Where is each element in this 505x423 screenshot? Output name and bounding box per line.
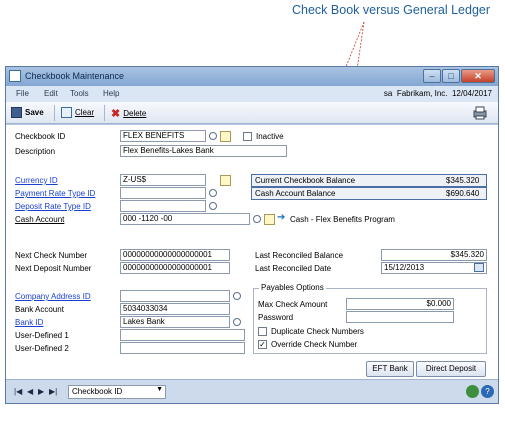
payment-rate-type-link[interactable]: Payment Rate Type ID bbox=[15, 189, 95, 198]
next-deposit-number-field[interactable]: 00000000000000000001 bbox=[120, 262, 230, 274]
save-label: Save bbox=[25, 108, 44, 117]
toolbar: Save Clear ✖ Delete bbox=[6, 102, 498, 124]
currency-id-link[interactable]: Currency ID bbox=[15, 176, 58, 185]
form-body: Checkbook ID FLEX BENEFITS Inactive Desc… bbox=[6, 125, 498, 379]
description-label: Description bbox=[15, 147, 56, 156]
bank-account-label: Bank Account bbox=[15, 305, 64, 314]
direct-deposit-button[interactable]: Direct Deposit bbox=[416, 361, 486, 377]
user-defined-2-field[interactable] bbox=[120, 342, 245, 354]
calendar-icon[interactable] bbox=[474, 263, 484, 272]
maximize-button[interactable]: □ bbox=[442, 69, 460, 83]
note-icon[interactable] bbox=[220, 175, 231, 186]
chevron-down-icon: ▼ bbox=[156, 386, 163, 393]
payment-rate-type-field[interactable] bbox=[120, 187, 206, 199]
menu-help[interactable]: Help bbox=[103, 89, 119, 98]
last-reconciled-date-label: Last Reconciled Date bbox=[255, 264, 332, 273]
lookup-icon[interactable] bbox=[209, 202, 217, 210]
bank-id-link[interactable]: Bank ID bbox=[15, 318, 43, 327]
menu-bar: File Edit Tools Help sa Fabrikam, Inc. 1… bbox=[6, 86, 498, 102]
first-record-button[interactable]: |◀ bbox=[14, 387, 22, 396]
close-button[interactable]: ✕ bbox=[461, 69, 495, 83]
override-check-number-checkbox[interactable]: ✓ bbox=[258, 340, 267, 349]
company-name: Fabrikam, Inc. bbox=[396, 89, 448, 98]
checkbook-maintenance-window: Checkbook Maintenance – □ ✕ File Edit To… bbox=[5, 66, 499, 404]
description-field[interactable]: Flex Benefits-Lakes Bank bbox=[120, 145, 287, 157]
bank-id-field[interactable]: Lakes Bank bbox=[120, 316, 230, 328]
cash-account-label: Cash Account bbox=[15, 215, 65, 224]
menu-file[interactable]: File bbox=[16, 89, 29, 98]
last-reconciled-balance-field[interactable]: $345.320 bbox=[381, 249, 487, 261]
help-icon[interactable]: ? bbox=[481, 385, 494, 398]
save-icon bbox=[11, 107, 22, 118]
lookup-icon[interactable] bbox=[233, 318, 241, 326]
next-record-button[interactable]: ▶ bbox=[38, 387, 44, 396]
company-address-id-field[interactable] bbox=[120, 290, 230, 302]
session-date: 12/04/2017 bbox=[451, 89, 492, 98]
user-defined-2-label: User-Defined 2 bbox=[15, 344, 69, 353]
company-address-id-link[interactable]: Company Address ID bbox=[15, 292, 91, 301]
minimize-button[interactable]: – bbox=[423, 69, 441, 83]
inactive-label: Inactive bbox=[256, 132, 284, 141]
last-reconciled-date-field[interactable]: 15/12/2013 bbox=[381, 262, 487, 274]
max-check-amount-label: Max Check Amount bbox=[258, 300, 328, 309]
note-icon[interactable] bbox=[264, 214, 275, 225]
note-icon[interactable] bbox=[220, 131, 231, 142]
max-check-amount-field[interactable]: $0.000 bbox=[346, 298, 454, 310]
current-balance-label: Current Checkbook Balance bbox=[255, 176, 356, 185]
cash-account-balance-value: $690.640 bbox=[446, 189, 480, 198]
payables-options-title: Payables Options bbox=[259, 283, 326, 292]
title-bar: Checkbook Maintenance – □ ✕ bbox=[6, 67, 498, 86]
arrow-right-icon[interactable]: ➔ bbox=[277, 212, 285, 223]
cash-account-balance-label: Cash Account Balance bbox=[255, 189, 336, 198]
password-field[interactable] bbox=[346, 311, 454, 323]
window-title: Checkbook Maintenance bbox=[25, 71, 125, 81]
last-reconciled-balance-label: Last Reconciled Balance bbox=[255, 251, 344, 260]
user-name: sa bbox=[383, 89, 393, 98]
delete-button[interactable]: ✖ Delete bbox=[111, 107, 146, 120]
eft-bank-button[interactable]: EFT Bank bbox=[366, 361, 414, 377]
save-button[interactable]: Save bbox=[11, 107, 44, 118]
process-monitor-icon[interactable] bbox=[466, 385, 479, 398]
clear-button[interactable]: Clear bbox=[61, 107, 94, 118]
clear-label: Clear bbox=[75, 108, 95, 117]
previous-record-button[interactable]: ◀ bbox=[27, 387, 33, 396]
sort-by-value: Checkbook ID bbox=[72, 387, 123, 396]
currency-id-field[interactable]: Z-US$ bbox=[120, 174, 206, 186]
toolbar-separator bbox=[54, 105, 55, 121]
clear-icon bbox=[61, 107, 72, 118]
sort-by-select[interactable]: Checkbook ID ▼ bbox=[68, 385, 166, 399]
cash-account-description: Cash - Flex Benefits Program bbox=[290, 215, 395, 224]
password-label: Password bbox=[258, 313, 294, 322]
duplicate-check-numbers-checkbox[interactable] bbox=[258, 327, 267, 336]
print-icon[interactable] bbox=[472, 106, 488, 120]
duplicate-check-numbers-label: Duplicate Check Numbers bbox=[271, 327, 364, 336]
menu-edit[interactable]: Edit bbox=[44, 89, 58, 98]
cash-account-field[interactable]: 000 -1120 -00 bbox=[120, 213, 250, 225]
inactive-checkbox[interactable] bbox=[243, 132, 252, 141]
session-info: sa Fabrikam, Inc. 12/04/2017 bbox=[384, 89, 492, 98]
next-check-number-field[interactable]: 00000000000000000001 bbox=[120, 249, 230, 261]
next-check-number-label: Next Check Number bbox=[15, 251, 88, 260]
status-bar: |◀ ◀ ▶ ▶| Checkbook ID ▼ ? bbox=[6, 379, 498, 403]
override-check-number-label: Override Check Number bbox=[271, 340, 358, 349]
next-deposit-number-label: Next Deposit Number bbox=[15, 264, 92, 273]
checkbook-id-label: Checkbook ID bbox=[15, 132, 66, 141]
checkbook-id-field[interactable]: FLEX BENEFITS bbox=[120, 130, 206, 142]
user-defined-1-field[interactable] bbox=[120, 329, 245, 341]
user-defined-1-label: User-Defined 1 bbox=[15, 331, 69, 340]
window-icon bbox=[9, 70, 21, 82]
menu-tools[interactable]: Tools bbox=[70, 89, 89, 98]
lookup-icon[interactable] bbox=[209, 189, 217, 197]
lookup-icon[interactable] bbox=[209, 132, 217, 140]
delete-icon: ✖ bbox=[111, 108, 121, 120]
deposit-rate-type-link[interactable]: Deposit Rate Type ID bbox=[15, 202, 91, 211]
lookup-icon[interactable] bbox=[233, 292, 241, 300]
lookup-icon[interactable] bbox=[253, 215, 261, 223]
last-record-button[interactable]: ▶| bbox=[49, 387, 57, 396]
delete-label: Delete bbox=[123, 109, 147, 118]
deposit-rate-type-field[interactable] bbox=[120, 200, 206, 212]
current-balance-value: $345.320 bbox=[446, 176, 480, 185]
toolbar-separator bbox=[104, 105, 105, 121]
bank-account-field[interactable]: 5034033034 bbox=[120, 303, 230, 315]
